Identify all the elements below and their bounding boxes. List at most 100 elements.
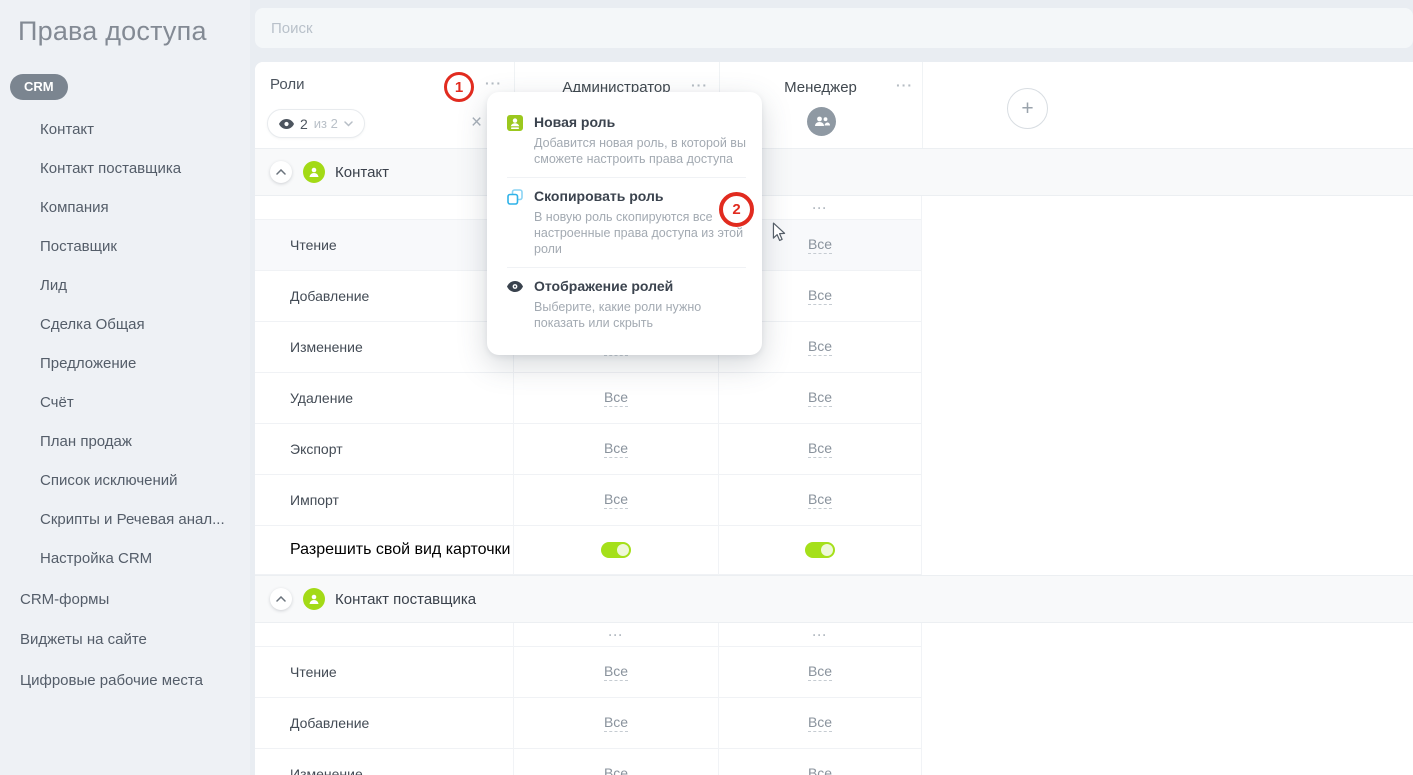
- mouse-cursor: [770, 222, 788, 247]
- roles-filter-chip[interactable]: 2 из 2: [267, 109, 365, 138]
- section-header-supplier-contact[interactable]: Контакт поставщика: [255, 575, 1413, 623]
- manager-menu-icon[interactable]: ···: [896, 77, 913, 93]
- section-title: Контакт: [335, 164, 389, 181]
- permission-value-link[interactable]: Все: [604, 491, 628, 509]
- permission-row-custom-card: Разрешить свой вид карточки: [255, 526, 922, 575]
- permission-row-read: Чтение Все Все: [255, 647, 922, 698]
- cell-menu-icon[interactable]: ···: [813, 201, 828, 215]
- sidebar-item-lead[interactable]: Лид: [40, 276, 67, 296]
- sidebar: Права доступа CRM Контакт Контакт постав…: [0, 0, 250, 775]
- eye-icon: [279, 119, 294, 129]
- sidebar-item-digital-workplaces[interactable]: Цифровые рабочие места: [20, 671, 203, 691]
- sidebar-item-supplier-contact[interactable]: Контакт поставщика: [40, 159, 181, 179]
- permission-label: Чтение: [255, 220, 514, 271]
- permission-row-edit: Изменение Все Все: [255, 749, 922, 775]
- permission-row-add: Добавление Все Все: [255, 698, 922, 749]
- collapse-section-button[interactable]: [270, 161, 292, 183]
- table-body: Контакт ··· ··· Чтение Все Все Добавлени…: [255, 148, 1413, 775]
- sidebar-item-exclusion-list[interactable]: Список исключений: [40, 471, 178, 491]
- crm-section-badge[interactable]: CRM: [10, 74, 68, 100]
- annotation-step-2: 2: [719, 192, 754, 227]
- cell-menu-icon[interactable]: ···: [813, 628, 828, 642]
- sidebar-item-deal-general[interactable]: Сделка Общая: [40, 315, 145, 335]
- chevron-up-icon: [276, 596, 286, 602]
- column-divider: [922, 62, 923, 148]
- permission-row-import: Импорт Все Все: [255, 475, 922, 526]
- permission-value-link[interactable]: Все: [808, 338, 832, 356]
- display-roles-eye-icon: [507, 278, 524, 331]
- permission-value-link[interactable]: Все: [604, 389, 628, 407]
- annotation-number: 2: [732, 201, 740, 218]
- menu-item-title: Новая роль: [534, 114, 746, 130]
- filter-total: из 2: [314, 116, 338, 131]
- permission-value-link[interactable]: Все: [808, 663, 832, 681]
- empty-cell: [255, 196, 514, 220]
- roles-menu-icon[interactable]: ···: [485, 75, 502, 91]
- manager-avatar: [807, 107, 836, 136]
- collapse-section-button[interactable]: [270, 588, 292, 610]
- new-role-icon: [507, 114, 524, 167]
- permission-label: Добавление: [255, 271, 514, 322]
- collapse-columns-icon[interactable]: ×: [471, 112, 482, 134]
- contact-entity-icon: [303, 161, 325, 183]
- sidebar-item-company[interactable]: Компания: [40, 198, 109, 218]
- cell-menu-icon[interactable]: ···: [609, 628, 624, 642]
- permission-value-link[interactable]: Все: [808, 287, 832, 305]
- permission-label: Импорт: [255, 475, 514, 526]
- supplier-contact-entity-icon: [303, 588, 325, 610]
- custom-card-toggle-manager[interactable]: [805, 542, 835, 558]
- users-icon: [814, 116, 830, 127]
- access-rights-page: Права доступа CRM Контакт Контакт постав…: [0, 0, 1413, 775]
- chevron-up-icon: [276, 169, 286, 175]
- permission-value-link[interactable]: Все: [808, 440, 832, 458]
- sidebar-item-supplier[interactable]: Поставщик: [40, 237, 117, 257]
- section-title: Контакт поставщика: [335, 591, 476, 608]
- permission-row-export: Экспорт Все Все: [255, 424, 922, 475]
- chevron-down-icon: [344, 121, 353, 127]
- section-menu-row: ··· ···: [255, 623, 922, 647]
- toggle-knob: [821, 544, 833, 556]
- sidebar-item-invoice[interactable]: Счёт: [40, 393, 74, 413]
- toggle-knob: [617, 544, 629, 556]
- permission-value-link[interactable]: Все: [808, 765, 832, 775]
- permission-label: Изменение: [255, 749, 514, 775]
- sidebar-item-crm-forms[interactable]: CRM-формы: [20, 590, 109, 610]
- copy-role-icon: [507, 188, 524, 257]
- menu-item-display-roles[interactable]: Отображение ролей Выберите, какие роли н…: [507, 267, 746, 341]
- menu-item-title: Скопировать роль: [534, 188, 746, 204]
- add-role-button[interactable]: +: [1007, 88, 1048, 129]
- permission-value-link[interactable]: Все: [604, 440, 628, 458]
- search-input[interactable]: [255, 8, 1413, 48]
- section-header-contact[interactable]: Контакт: [255, 148, 1413, 196]
- permission-value-link[interactable]: Все: [808, 236, 832, 254]
- custom-card-toggle-administrator[interactable]: [601, 542, 631, 558]
- sidebar-item-site-widgets[interactable]: Виджеты на сайте: [20, 630, 147, 650]
- permission-value-link[interactable]: Все: [604, 714, 628, 732]
- plus-icon: +: [1021, 97, 1033, 121]
- permission-value-link[interactable]: Все: [808, 714, 832, 732]
- sidebar-item-contact[interactable]: Контакт: [40, 120, 94, 140]
- permission-label: Удаление: [255, 373, 514, 424]
- permission-value-link[interactable]: Все: [808, 389, 832, 407]
- menu-item-description: В новую роль скопируются все настроенные…: [534, 209, 746, 257]
- menu-item-copy-role[interactable]: Скопировать роль В новую роль скопируютс…: [507, 177, 746, 267]
- filter-count: 2: [300, 116, 308, 132]
- permission-value-link[interactable]: Все: [808, 491, 832, 509]
- sidebar-item-quote[interactable]: Предложение: [40, 354, 136, 374]
- permission-value-link[interactable]: Все: [604, 765, 628, 775]
- sidebar-item-scripts[interactable]: Скрипты и Речевая анал...: [40, 510, 225, 530]
- sidebar-item-crm-settings[interactable]: Настройка CRM: [40, 549, 152, 569]
- menu-item-new-role[interactable]: Новая роль Добавится новая роль, в котор…: [507, 104, 746, 177]
- sidebar-item-sales-plan[interactable]: План продаж: [40, 432, 132, 452]
- annotation-step-1: 1: [444, 72, 474, 102]
- permission-value-link[interactable]: Все: [604, 663, 628, 681]
- annotation-number: 1: [455, 79, 463, 96]
- administrator-menu-icon[interactable]: ···: [691, 77, 708, 93]
- permission-label: Разрешить свой вид карточки: [255, 526, 514, 575]
- menu-item-description: Добавится новая роль, в которой вы сможе…: [534, 135, 746, 167]
- permission-label: Чтение: [255, 647, 514, 698]
- permission-label: Изменение: [255, 322, 514, 373]
- role-actions-menu: Новая роль Добавится новая роль, в котор…: [487, 92, 762, 355]
- empty-cell: [255, 623, 514, 647]
- person-icon: [308, 593, 320, 605]
